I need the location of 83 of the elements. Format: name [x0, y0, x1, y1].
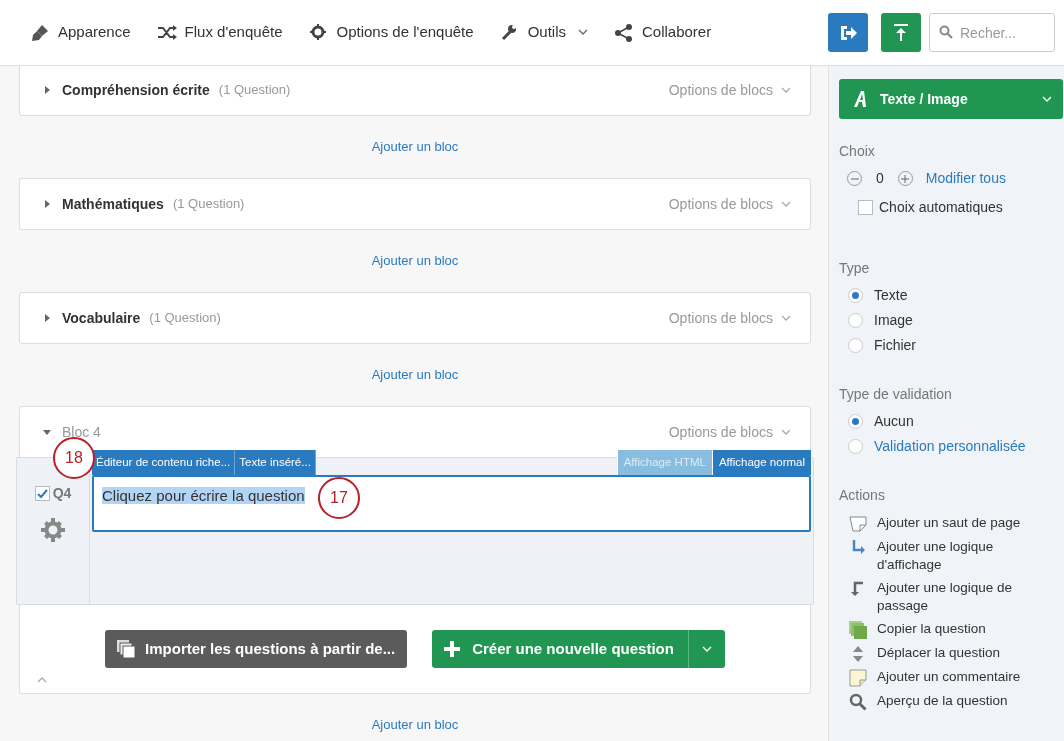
- add-block-link[interactable]: Ajouter un bloc: [371, 251, 459, 271]
- dropdown-button[interactable]: [687, 630, 725, 668]
- block-title: Compréhension écrite: [62, 80, 210, 100]
- question-type-dropdown[interactable]: Texte / Image: [839, 79, 1063, 119]
- block-options-menu[interactable]: Options de blocs: [668, 307, 790, 329]
- block-options-menu[interactable]: Options de blocs: [668, 421, 790, 443]
- publish-button[interactable]: [881, 13, 921, 52]
- radio-button[interactable]: [848, 439, 863, 454]
- radio-label: Texte: [874, 286, 908, 305]
- caret-icon: [701, 646, 712, 652]
- caret-right-icon: [43, 314, 51, 322]
- question-count: (1 Question): [218, 81, 291, 100]
- section-heading: Actions: [839, 486, 886, 505]
- shuffle-icon: [156, 23, 177, 42]
- share-icon: [614, 23, 634, 42]
- toolbar-item[interactable]: Apparence: [30, 12, 131, 53]
- copy-icon: [849, 621, 867, 639]
- action-item[interactable]: Ajouter un commentaire: [849, 668, 1062, 687]
- question-number: Q4: [52, 484, 72, 503]
- add-block-link[interactable]: Ajouter un bloc: [371, 137, 459, 157]
- section-heading: Type: [839, 259, 871, 278]
- action-item[interactable]: Ajouter un saut de page: [849, 514, 1062, 533]
- plus-icon: [444, 641, 461, 657]
- editor-tab[interactable]: Éditeur de contenu riche...: [92, 450, 236, 475]
- radio-button[interactable]: [848, 338, 863, 353]
- checkbox-label: Choix automatiques: [879, 198, 1003, 217]
- question-count: (1 Question): [149, 309, 221, 328]
- radio-button[interactable]: [848, 288, 863, 303]
- action-item[interactable]: Ajouter une logique d'affichage: [849, 538, 1062, 574]
- plus-icon: [901, 174, 910, 183]
- caret-down-icon: [43, 428, 51, 436]
- action-item[interactable]: Déplacer la question: [849, 644, 1062, 663]
- edit-all-link[interactable]: Modifier tous: [925, 168, 1006, 189]
- action-item[interactable]: Copier la question: [849, 620, 1062, 639]
- block-title: Vocabulaire: [62, 308, 141, 328]
- upload-icon: [893, 23, 909, 42]
- view-tab[interactable]: Affichage normal: [711, 450, 811, 475]
- create-question-button[interactable]: Créer une nouvelle question: [432, 630, 688, 668]
- radio-label: Aucun: [874, 412, 914, 431]
- toolbar-item[interactable]: Flux d'enquête: [156, 12, 283, 53]
- search-field[interactable]: Recher...: [929, 13, 1055, 52]
- question-count: (1 Question): [172, 195, 245, 214]
- caret-icon: [781, 315, 790, 321]
- question-text: Cliquez pour écrire la question: [102, 487, 305, 504]
- section-heading: Type de validation: [839, 385, 953, 404]
- caret-icon: [578, 29, 588, 36]
- block-options-menu[interactable]: Options de blocs: [668, 193, 790, 215]
- checkmark-icon: [36, 488, 48, 499]
- import-button[interactable]: Importer les questions à partir de...: [105, 630, 408, 668]
- caret-icon: [781, 201, 790, 207]
- copy-icon: [117, 640, 136, 658]
- search-icon: [939, 25, 953, 39]
- toolbar-item[interactable]: Collaborer: [614, 12, 712, 53]
- exit-button[interactable]: [828, 13, 868, 52]
- choice-count: 0: [875, 169, 885, 188]
- radio-label: Image: [874, 311, 913, 330]
- add-block-link[interactable]: Ajouter un bloc: [371, 715, 459, 735]
- editor-tab[interactable]: Texte inséré...: [235, 450, 316, 475]
- search-icon: [849, 693, 867, 711]
- collapse-icon: [37, 677, 47, 683]
- caret-icon: [1042, 96, 1051, 102]
- action-item[interactable]: Ajouter une logique de passage: [849, 579, 1062, 615]
- caret-right-icon: [43, 200, 51, 208]
- checkbox[interactable]: [858, 200, 873, 215]
- caret-right-icon: [43, 86, 51, 94]
- radio-button[interactable]: [848, 414, 863, 429]
- exit-icon: [839, 23, 857, 42]
- section-heading: Choix: [839, 142, 876, 161]
- note-icon: [849, 669, 867, 687]
- action-item[interactable]: Aperçu de la question: [849, 692, 1062, 711]
- radio-button[interactable]: [848, 313, 863, 328]
- block-options-menu[interactable]: Options de blocs: [668, 79, 790, 101]
- caret-icon: [781, 429, 790, 435]
- caret-icon: [781, 87, 790, 93]
- callout-number: 18: [53, 437, 95, 479]
- radio-label: Fichier: [874, 336, 916, 355]
- checkbox[interactable]: [34, 486, 50, 501]
- page-icon: [849, 515, 867, 533]
- add-block-link[interactable]: Ajouter un bloc: [371, 365, 459, 385]
- block-title: Mathématiques: [62, 194, 164, 214]
- toolbar-item[interactable]: Options de l'enquête: [308, 12, 474, 53]
- toolbar-item[interactable]: Outils: [499, 12, 588, 53]
- validation-link[interactable]: Validation personnalisée: [874, 436, 1026, 457]
